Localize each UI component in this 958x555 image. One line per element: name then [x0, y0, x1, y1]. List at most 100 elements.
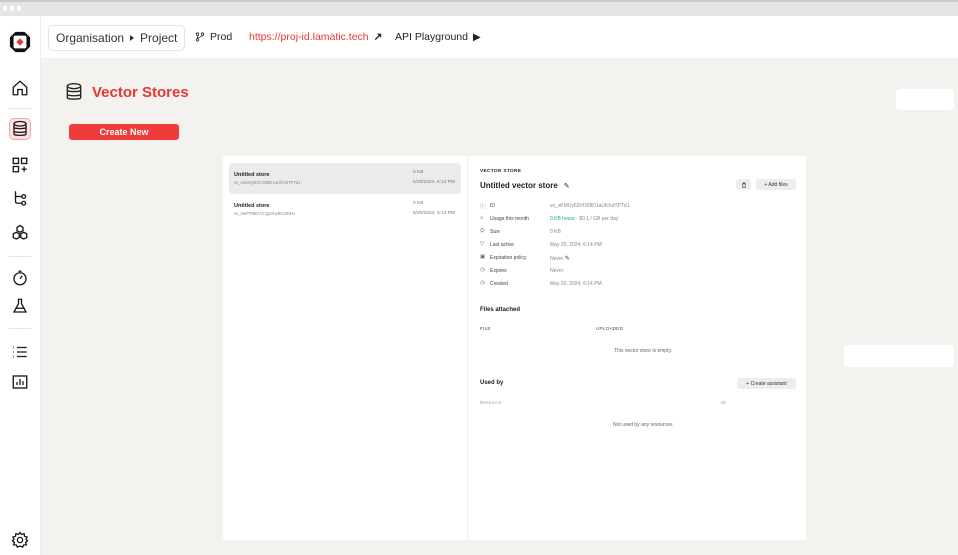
project-url-link[interactable]: https://proj-id.lamatic.tech ↗: [249, 31, 382, 43]
store-list: Untitled store vs_xKMUy63VO08D1aUfchdTPT…: [223, 156, 468, 540]
api-playground-label[interactable]: API Playground: [395, 31, 468, 43]
page-title: Vector Stores: [92, 83, 189, 101]
store-id: vs_meFP8B7ACQpAby8CuRfkH: [234, 211, 295, 216]
row-label: ID: [490, 203, 495, 209]
breadcrumb-org[interactable]: Organisation: [56, 31, 124, 45]
play-icon: ▶: [472, 31, 481, 43]
store-title: Untitled vector store ✎: [480, 181, 570, 190]
row-value: Never ✎: [550, 255, 570, 262]
create-assistant-button[interactable]: + Create assistant: [737, 378, 796, 389]
store-date: 5/20/2024, 6:14 PM: [413, 211, 455, 216]
col-file: FILE: [480, 326, 491, 331]
used-by-empty-message: Not used by any resources: [613, 422, 673, 428]
row-label: Expires: [490, 268, 507, 274]
window-dot[interactable]: [10, 6, 14, 11]
sidebar-item-logs[interactable]: [9, 341, 31, 363]
store-size: 0 KB: [413, 170, 424, 175]
cubes-icon: [12, 224, 28, 240]
sidebar-item-models[interactable]: [9, 222, 31, 244]
sidebar-item-home[interactable]: [9, 77, 31, 99]
bar-chart-icon: [12, 375, 28, 389]
store-name: Untitled store: [234, 203, 270, 209]
sidebar-item-settings[interactable]: [9, 529, 31, 551]
row-label: Usage this month: [490, 216, 529, 222]
add-files-button[interactable]: + Add files: [756, 179, 796, 190]
col-id: ID: [721, 400, 727, 405]
sidebar-item-experiments[interactable]: [9, 295, 31, 317]
create-new-button[interactable]: Create New: [69, 124, 179, 140]
list-icon: [13, 346, 27, 358]
detail-row-usage: ⌂ Usage this month 0 KB hours · $0.1 / G…: [480, 215, 780, 225]
sidebar-item-flows[interactable]: [9, 187, 31, 209]
database-icon: [13, 120, 27, 137]
placeholder-card: [844, 345, 954, 367]
sidebar: [0, 16, 41, 555]
topbar: Organisation Project Prod https://proj-i…: [41, 16, 958, 58]
store-name: Untitled store: [234, 172, 270, 178]
store-list-item[interactable]: Untitled store vs_meFP8B7ACQpAby8CuRfkH …: [229, 194, 461, 225]
window-dot[interactable]: [3, 6, 7, 11]
size-icon: ⛭: [480, 228, 485, 234]
row-value: Never: [550, 268, 564, 274]
usage-icon: ⌂: [480, 215, 484, 221]
usage-rate: · $0.1 / GB per day: [574, 216, 619, 222]
files-attached-heading: Files attached: [480, 307, 521, 313]
placeholder-card: [896, 89, 954, 110]
row-value: 0 KB hours · $0.1 / GB per day: [550, 216, 618, 222]
window-dot[interactable]: [17, 6, 21, 11]
api-playground-link[interactable]: API Playground ▶: [395, 31, 481, 43]
gear-icon: [11, 531, 29, 548]
window-titlebar: [0, 0, 958, 16]
sidebar-item-apps[interactable]: [9, 154, 31, 176]
flow-icon: [14, 191, 27, 206]
breadcrumb-project[interactable]: Project: [140, 31, 177, 45]
row-label: Size: [490, 229, 500, 235]
row-value: vs_xKMUy63VO08D1aUfchdTPTd1: [550, 203, 630, 209]
detail-row-expires: ◷ Expires Never: [480, 267, 780, 277]
external-link-icon: ↗: [373, 31, 383, 43]
store-title-text: Untitled vector store: [480, 181, 558, 190]
database-icon: [66, 83, 82, 100]
breadcrumb[interactable]: Organisation Project: [48, 25, 186, 51]
detail-row-id: ⓘ ID vs_xKMUy63VO08D1aUfchdTPTd1: [480, 202, 780, 212]
edit-icon[interactable]: ✎: [565, 256, 570, 262]
home-icon: [12, 80, 28, 96]
col-resource: Resource: [480, 400, 502, 405]
files-empty-message: This vector store is empty.: [614, 348, 672, 354]
detail-row-size: ⛭ Size 0 KB: [480, 228, 780, 238]
sidebar-item-vector-stores[interactable]: [9, 118, 31, 140]
store-size: 0 KB: [413, 201, 424, 206]
breadcrumb-separator-icon: [130, 35, 135, 41]
edit-icon[interactable]: ✎: [564, 182, 570, 190]
activity-icon: ▽: [480, 241, 485, 247]
gauge-icon: [13, 270, 27, 286]
detail-row-last-active: ▽ Last active May 20, 2024, 6:14 PM: [480, 241, 780, 251]
sidebar-item-reports[interactable]: [9, 371, 31, 393]
vector-store-panel: Untitled store vs_xKMUy63VO08D1aUfchdTPT…: [223, 156, 806, 540]
project-url[interactable]: https://proj-id.lamatic.tech: [249, 31, 369, 43]
store-date: 5/20/2024, 6:14 PM: [413, 180, 455, 185]
window-controls[interactable]: [3, 6, 21, 11]
store-id: vs_xKMUy63VO08D1aUfchdTPTd1: [234, 180, 301, 185]
row-label: Expiration policy: [490, 255, 527, 261]
store-list-item[interactable]: Untitled store vs_xKMUy63VO08D1aUfchdTPT…: [229, 163, 461, 194]
page-header: Vector Stores: [64, 81, 189, 103]
sidebar-divider: [9, 108, 31, 109]
delete-button[interactable]: [736, 179, 751, 190]
row-value: May 20, 2024, 6:14 PM: [550, 242, 602, 248]
branch-selector[interactable]: Prod: [195, 31, 232, 43]
clock-icon: ◷: [480, 267, 485, 273]
branch-label: Prod: [210, 31, 233, 43]
calendar-icon: ▣: [480, 254, 486, 260]
store-detail: VECTOR STORE Untitled vector store ✎ + A…: [479, 156, 799, 540]
sidebar-divider: [9, 256, 31, 257]
row-value: 0 KB: [550, 229, 561, 235]
row-label: Created: [490, 281, 508, 287]
trash-icon: [741, 182, 746, 188]
sidebar-item-monitoring[interactable]: [9, 267, 31, 289]
usage-hours: 0 KB hours: [550, 216, 575, 222]
sidebar-divider: [9, 328, 31, 329]
logo-icon[interactable]: [8, 30, 32, 54]
section-label: VECTOR STORE: [480, 169, 522, 174]
clock-icon: ◷: [480, 280, 485, 286]
